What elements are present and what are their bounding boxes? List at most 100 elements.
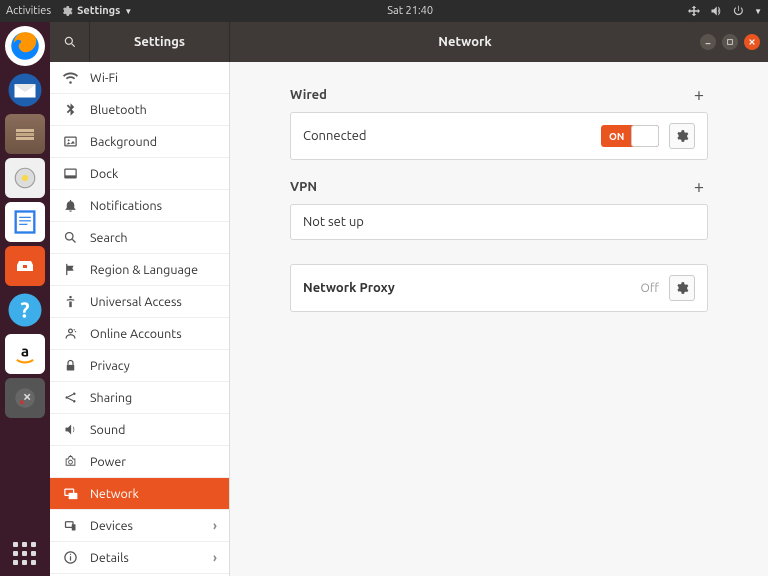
files-launcher[interactable]: [5, 114, 45, 154]
vpn-card: Not set up: [290, 204, 708, 240]
titlebar: Settings Network: [50, 22, 768, 62]
minimize-button[interactable]: [700, 34, 716, 50]
gear-icon: [675, 129, 689, 143]
sidebar-item-label: Search: [90, 231, 128, 245]
gear-icon: [675, 281, 689, 295]
thunderbird-launcher[interactable]: [5, 70, 45, 110]
sidebar-item-sharing[interactable]: Sharing: [50, 382, 229, 414]
sidebar-item-bluetooth[interactable]: Bluetooth: [50, 94, 229, 126]
page-title: Network: [230, 35, 700, 49]
sidebar-item-label: Sound: [90, 423, 125, 437]
sidebar-item-search[interactable]: Search: [50, 222, 229, 254]
switch-knob: [631, 125, 659, 147]
app-menu-label: Settings: [77, 5, 120, 17]
settings-app-icon: [61, 5, 73, 17]
sidebar-item-sound[interactable]: Sound: [50, 414, 229, 446]
gnome-topbar: Activities Settings ▼ Sat 21:40 ▼: [0, 0, 768, 22]
wifi-icon: [62, 70, 78, 85]
proxy-status: Off: [641, 282, 659, 295]
sidebar-item-label: Region & Language: [90, 263, 198, 277]
access-icon: [62, 294, 78, 309]
sidebar-item-label: Background: [90, 135, 157, 149]
network-icon: [62, 486, 78, 501]
sound-icon: [62, 422, 78, 437]
share-icon: [62, 390, 78, 405]
app-menu[interactable]: Settings ▼: [61, 5, 132, 17]
volume-indicator-icon[interactable]: [710, 5, 722, 17]
wired-section-title: Wired: [290, 88, 327, 102]
vpn-status-label: Not set up: [303, 215, 695, 229]
dock-icon: [62, 166, 78, 181]
background-icon: [62, 134, 78, 149]
amazon-launcher[interactable]: a: [5, 334, 45, 374]
maximize-button[interactable]: [722, 34, 738, 50]
sidebar-item-label: Universal Access: [90, 295, 182, 309]
sidebar-item-label: Dock: [90, 167, 118, 181]
sidebar-item-region-language[interactable]: Region & Language: [50, 254, 229, 286]
sidebar-item-devices[interactable]: Devices ›: [50, 510, 229, 542]
vpn-add-button[interactable]: +: [690, 178, 708, 196]
sidebar-item-label: Bluetooth: [90, 103, 147, 117]
clock[interactable]: Sat 21:40: [132, 5, 688, 17]
settings-sidebar: Wi-Fi Bluetooth Background Dock Notification…: [50, 62, 230, 576]
search-button[interactable]: [50, 22, 90, 62]
wired-status-label: Connected: [303, 129, 591, 143]
accounts-icon: [62, 326, 78, 341]
chevron-down-icon[interactable]: ▼: [754, 7, 762, 16]
sidebar-item-label: Power: [90, 455, 126, 469]
chevron-right-icon: ›: [213, 519, 217, 533]
chevron-down-icon: ▼: [124, 7, 132, 16]
dock-launcher: ? a: [0, 22, 50, 576]
sidebar-item-label: Wi-Fi: [90, 71, 118, 85]
rhythmbox-launcher[interactable]: [5, 158, 45, 198]
sidebar-item-label: Devices: [90, 519, 133, 533]
sidebar-item-wi-fi[interactable]: Wi-Fi: [50, 62, 229, 94]
details-icon: [62, 550, 78, 565]
network-indicator-icon[interactable]: [688, 5, 700, 17]
bluetooth-icon: [62, 102, 78, 117]
wired-settings-button[interactable]: [669, 123, 695, 149]
power-indicator-icon[interactable]: [732, 5, 744, 17]
sidebar-item-network[interactable]: Network: [50, 478, 229, 510]
activities-button[interactable]: Activities: [6, 5, 51, 17]
sidebar-title: Settings: [90, 22, 230, 62]
wired-toggle[interactable]: ON: [601, 125, 659, 147]
sidebar-item-dock[interactable]: Dock: [50, 158, 229, 190]
settings-launcher[interactable]: [5, 378, 45, 418]
sidebar-item-power[interactable]: Power: [50, 446, 229, 478]
devices-icon: [62, 518, 78, 533]
flag-icon: [62, 262, 78, 277]
sidebar-item-label: Notifications: [90, 199, 162, 213]
settings-window: Settings Network Wi-Fi Bluetooth Backgroun…: [50, 22, 768, 576]
network-panel: Wired + Connected ON VPN +: [230, 62, 768, 576]
bell-icon: [62, 198, 78, 213]
show-apps-button[interactable]: [0, 542, 50, 566]
proxy-title: Network Proxy: [303, 281, 631, 295]
sidebar-item-universal-access[interactable]: Universal Access: [50, 286, 229, 318]
sidebar-item-label: Online Accounts: [90, 327, 182, 341]
proxy-settings-button[interactable]: [669, 275, 695, 301]
proxy-card: Network Proxy Off: [290, 264, 708, 312]
sidebar-item-details[interactable]: Details ›: [50, 542, 229, 574]
sidebar-item-label: Privacy: [90, 359, 130, 373]
help-launcher[interactable]: ?: [5, 290, 45, 330]
writer-launcher[interactable]: [5, 202, 45, 242]
switch-on-text: ON: [609, 131, 624, 142]
sidebar-item-label: Network: [90, 487, 139, 501]
svg-text:a: a: [21, 342, 29, 359]
power-icon: [62, 454, 78, 469]
search-icon: [62, 230, 78, 245]
sidebar-item-online-accounts[interactable]: Online Accounts: [50, 318, 229, 350]
firefox-launcher[interactable]: [5, 26, 45, 66]
wired-add-button[interactable]: +: [690, 86, 708, 104]
close-button[interactable]: [744, 34, 760, 50]
sidebar-item-background[interactable]: Background: [50, 126, 229, 158]
sidebar-item-notifications[interactable]: Notifications: [50, 190, 229, 222]
lock-icon: [62, 358, 78, 373]
chevron-right-icon: ›: [213, 551, 217, 565]
sidebar-item-label: Sharing: [90, 391, 132, 405]
sidebar-item-privacy[interactable]: Privacy: [50, 350, 229, 382]
wired-card: Connected ON: [290, 112, 708, 160]
software-launcher[interactable]: [5, 246, 45, 286]
sidebar-item-label: Details: [90, 551, 129, 565]
